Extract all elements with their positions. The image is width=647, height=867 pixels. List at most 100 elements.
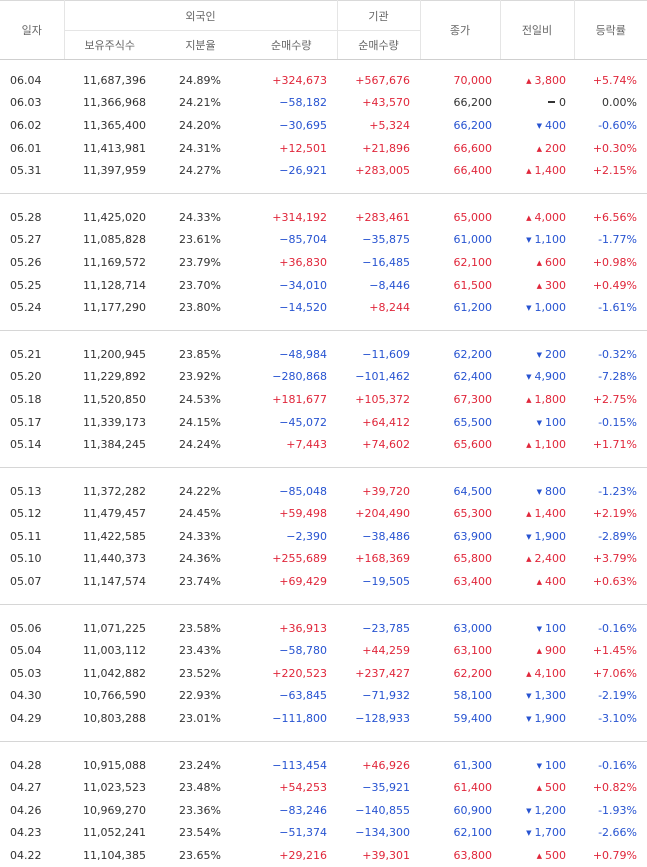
rate-cell: -7.28% — [598, 370, 637, 384]
ratio-cell: 24.21% — [179, 96, 221, 110]
date-cell: 06.04 — [10, 73, 42, 87]
foreign-net-cell: −51,374 — [279, 826, 327, 840]
table-row: 05.17 11,339,173 24.15% −45,072 +64,412 65,50… — [0, 411, 647, 434]
change-cell: ▲ 2,400 — [500, 548, 574, 571]
foreign-net-cell: −26,921 — [279, 164, 327, 178]
change-value: 1,900 — [534, 529, 567, 543]
header-change: 전일비 — [499, 0, 574, 60]
date-cell: 06.01 — [10, 141, 42, 155]
spacer-cell — [0, 730, 647, 742]
change-cell: ▲ 3,800 — [500, 69, 574, 92]
holdings-cell: 11,479,457 — [83, 507, 146, 521]
holdings-cell: 11,052,241 — [83, 826, 146, 840]
triangle-down-icon: ▼ — [526, 715, 532, 724]
holdings-cell: 11,339,173 — [83, 415, 146, 429]
rate-cell: -3.10% — [598, 712, 637, 726]
table-row: 06.02 11,365,400 24.20% −30,695 +5,324 66,200… — [0, 114, 647, 137]
foreign-net-cell: +12,501 — [279, 141, 327, 155]
date-cell: 05.28 — [10, 210, 42, 224]
holdings-cell: 11,366,968 — [83, 96, 146, 110]
institution-net-cell: −71,932 — [362, 689, 410, 703]
foreign-net-cell: −111,800 — [272, 712, 327, 726]
institution-net-cell: +39,720 — [362, 484, 410, 498]
group-spacer — [0, 194, 647, 206]
rate-cell: +2.15% — [592, 164, 637, 178]
header-foreign-net: 순매수량 — [246, 30, 337, 60]
change-cell: ▲ 500 — [500, 776, 574, 799]
date-cell: 04.30 — [10, 689, 42, 703]
holdings-cell: 11,023,523 — [83, 781, 146, 795]
change-cell: ▲ 4,100 — [500, 662, 574, 685]
close-price-cell: 62,100 — [453, 255, 493, 269]
rate-cell: -0.60% — [598, 118, 637, 132]
table-row: 05.04 11,003,112 23.43% −58,780 +44,259 63,10… — [0, 639, 647, 662]
ratio-cell: 24.24% — [179, 438, 221, 452]
change-value: 4,100 — [534, 666, 567, 680]
holdings-cell: 11,071,225 — [83, 621, 146, 635]
ratio-cell: 23.92% — [179, 370, 221, 384]
table-row: 04.29 10,803,288 23.01% −111,800 −128,933 59,… — [0, 707, 647, 730]
close-price-cell: 67,300 — [453, 392, 493, 406]
close-price-cell: 63,400 — [453, 575, 493, 589]
date-cell: 04.28 — [10, 758, 42, 772]
group-spacer — [0, 182, 647, 194]
triangle-up-icon: ▲ — [526, 167, 532, 176]
change-cell: ▼ 1,300 — [500, 685, 574, 708]
change-cell: ▼ 100 — [500, 411, 574, 434]
holdings-cell: 11,425,020 — [83, 210, 146, 224]
ratio-cell: 24.33% — [179, 529, 221, 543]
foreign-net-cell: −85,704 — [279, 233, 327, 247]
spacer-cell — [0, 742, 647, 754]
table-row: 05.06 11,071,225 23.58% +36,913 −23,785 63,00… — [0, 617, 647, 640]
table-row: 05.11 11,422,585 24.33% −2,390 −38,486 63,900… — [0, 525, 647, 548]
foreign-net-cell: +220,523 — [272, 666, 327, 680]
ratio-cell: 23.61% — [179, 233, 221, 247]
close-price-cell: 66,200 — [453, 118, 493, 132]
rate-cell: -0.16% — [598, 758, 637, 772]
date-cell: 05.25 — [10, 278, 42, 292]
triangle-down-icon: ▼ — [526, 829, 532, 838]
table-row: 04.23 11,052,241 23.54% −51,374 −134,300 62,1… — [0, 822, 647, 845]
institution-net-cell: +46,926 — [362, 758, 410, 772]
table-row: 05.18 11,520,850 24.53% +181,677 +105,372 67,… — [0, 388, 647, 411]
date-cell: 04.22 — [10, 849, 42, 863]
rate-cell: +0.82% — [592, 781, 637, 795]
group-spacer — [0, 468, 647, 480]
close-price-cell: 61,300 — [453, 758, 493, 772]
change-cell: ▲ 1,400 — [500, 503, 574, 526]
date-cell: 05.17 — [10, 415, 42, 429]
spacer-cell — [0, 60, 647, 70]
rate-cell: +5.74% — [592, 73, 637, 87]
ratio-cell: 23.65% — [179, 849, 221, 863]
date-cell: 05.06 — [10, 621, 42, 635]
triangle-down-icon: ▼ — [536, 350, 542, 359]
institution-net-cell: +8,244 — [369, 301, 410, 315]
triangle-up-icon: ▲ — [536, 578, 542, 587]
spacer-cell — [0, 182, 647, 194]
holdings-cell: 11,085,828 — [83, 233, 146, 247]
institution-net-cell: −128,933 — [355, 712, 410, 726]
table-row: 05.20 11,229,892 23.92% −280,868 −101,462 62,… — [0, 366, 647, 389]
holdings-cell: 11,042,882 — [83, 666, 146, 680]
holdings-cell: 11,169,572 — [83, 255, 146, 269]
close-price-cell: 61,400 — [453, 781, 493, 795]
institution-net-cell: +5,324 — [369, 118, 410, 132]
holdings-cell: 11,177,290 — [83, 301, 146, 315]
date-cell: 05.20 — [10, 370, 42, 384]
group-spacer — [0, 456, 647, 468]
foreign-net-cell: −30,695 — [279, 118, 327, 132]
rate-cell: +1.71% — [592, 438, 637, 452]
holdings-cell: 11,520,850 — [83, 392, 146, 406]
table-row: 05.25 11,128,714 23.70% −34,010 −8,446 61,500… — [0, 274, 647, 297]
rate-cell: +2.75% — [592, 392, 637, 406]
institution-net-cell: −38,486 — [362, 529, 410, 543]
table-row: 05.28 11,425,020 24.33% +314,192 +283,461 65,… — [0, 206, 647, 229]
rate-cell: +1.45% — [592, 644, 637, 658]
holdings-cell: 11,147,574 — [83, 575, 146, 589]
close-price-cell: 58,100 — [453, 689, 493, 703]
table-row: 05.24 11,177,290 23.80% −14,520 +8,244 61,200… — [0, 296, 647, 319]
change-value: 1,400 — [534, 164, 567, 178]
date-cell: 05.10 — [10, 552, 42, 566]
change-value: 800 — [545, 484, 566, 498]
holdings-cell: 11,003,112 — [83, 644, 146, 658]
